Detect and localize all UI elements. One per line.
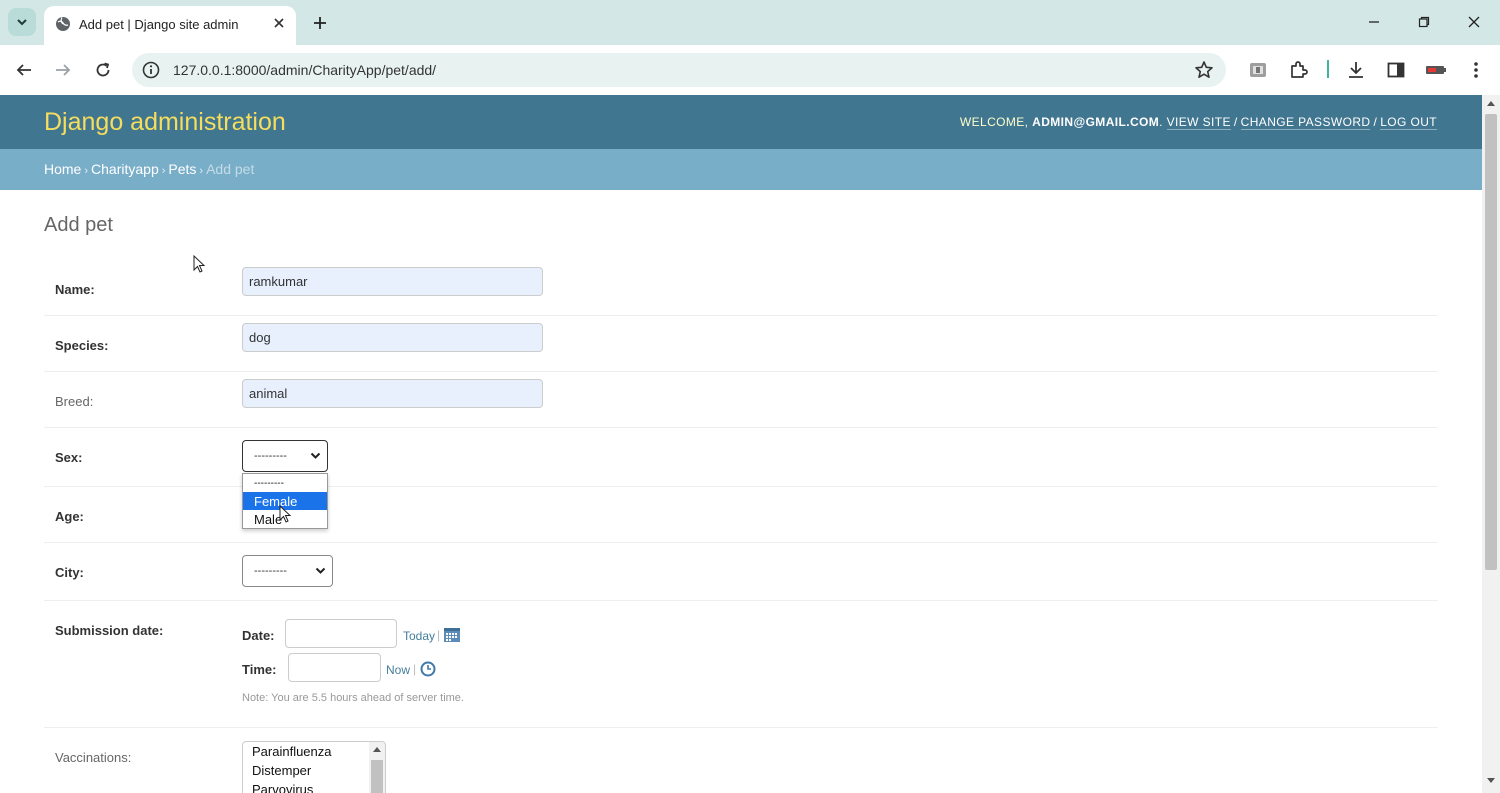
arrow-right-icon: [56, 64, 71, 76]
name-label: Name:: [55, 282, 95, 297]
browser-toolbar: 127.0.0.1:8000/admin/CharityApp/pet/add/: [0, 45, 1500, 95]
user-tools: WELCOME, ADMIN@GMAIL.COM. VIEW SITE / CHAN…: [959, 115, 1437, 130]
site-brand[interactable]: Django administration: [44, 108, 286, 137]
downloads-icon[interactable]: [1344, 58, 1368, 82]
name-input[interactable]: ramkumar: [242, 267, 543, 296]
date-input[interactable]: [285, 619, 397, 648]
breadcrumb: Home › Charityapp › Pets › Add pet: [0, 149, 1482, 190]
page-title: Add pet: [44, 214, 113, 236]
extension-profile-icon[interactable]: [1246, 58, 1270, 82]
form-row-submission-date: Submission date: Date: Today | Time: Now…: [44, 601, 1438, 728]
tab-title: Add pet | Django site admin: [79, 17, 239, 32]
restore-icon: [1418, 16, 1430, 28]
forward-button[interactable]: [50, 57, 76, 83]
toolbar-separator: [1327, 60, 1329, 78]
new-tab-button[interactable]: [308, 11, 332, 35]
globe-icon: [55, 16, 71, 35]
reload-button[interactable]: [90, 57, 116, 83]
vaccinations-label: Vaccinations:: [55, 750, 132, 765]
clock-icon[interactable]: [420, 661, 436, 680]
content: Add pet Name: ramkumar Species: dog Bree…: [0, 190, 1482, 793]
url-text: 127.0.0.1:8000/admin/CharityApp/pet/add/: [173, 62, 437, 78]
vaccination-option[interactable]: Parvovirus: [243, 780, 385, 793]
change-password-link[interactable]: CHANGE PASSWORD: [1240, 115, 1371, 130]
close-icon[interactable]: [270, 14, 288, 32]
form-row-breed: Breed: animal: [44, 372, 1438, 428]
address-bar[interactable]: 127.0.0.1:8000/admin/CharityApp/pet/add/: [132, 53, 1226, 87]
restore-button[interactable]: [1411, 10, 1437, 34]
breadcrumb-current: Add pet: [206, 161, 255, 177]
back-button[interactable]: [11, 57, 37, 83]
scroll-down-arrow[interactable]: [1487, 778, 1495, 783]
bookmark-star-icon[interactable]: [1194, 60, 1214, 83]
minimize-icon: [1369, 21, 1379, 23]
arrow-left-icon: [16, 64, 31, 76]
today-link[interactable]: Today: [403, 629, 435, 643]
browser-tab-strip: Add pet | Django site admin: [0, 0, 1500, 45]
time-input[interactable]: [288, 653, 381, 682]
breed-label: Breed:: [55, 394, 94, 409]
chevron-down-icon: [315, 567, 326, 574]
reload-icon: [96, 62, 110, 77]
form-row-vaccinations: Vaccinations: Parainfluenza Distemper Pa…: [44, 728, 1438, 793]
vaccination-option[interactable]: Parainfluenza: [243, 742, 385, 761]
minimize-button[interactable]: [1361, 10, 1387, 34]
breed-input[interactable]: animal: [242, 379, 543, 408]
welcome-text: WELCOME,: [959, 115, 1029, 129]
breadcrumb-app[interactable]: Charityapp: [91, 161, 159, 177]
page-scrollbar[interactable]: [1482, 95, 1500, 793]
form-row-species: Species: dog: [44, 316, 1438, 372]
view-site-link[interactable]: VIEW SITE: [1166, 115, 1231, 130]
date-label: Date:: [242, 628, 275, 643]
close-window-button[interactable]: [1461, 10, 1487, 34]
species-input[interactable]: dog: [242, 323, 543, 352]
time-separator: |: [413, 662, 417, 676]
vaccinations-multiselect[interactable]: Parainfluenza Distemper Parvovirus: [242, 741, 386, 793]
tab-search-button[interactable]: [8, 8, 36, 36]
scroll-up-arrow[interactable]: [1487, 101, 1495, 106]
timezone-note: Note: You are 5.5 hours ahead of server …: [242, 692, 464, 704]
submission-date-label: Submission date:: [55, 623, 164, 638]
now-link[interactable]: Now: [386, 663, 410, 677]
sex-label: Sex:: [55, 450, 83, 465]
multiselect-scrollbar[interactable]: [369, 742, 385, 793]
close-icon: [1468, 16, 1480, 28]
breadcrumb-model[interactable]: Pets: [168, 161, 196, 177]
chevron-down-icon: [310, 452, 321, 459]
date-separator: |: [437, 628, 441, 642]
chevron-down-icon: [17, 19, 27, 26]
page-viewport: Django administration WELCOME, ADMIN@GMA…: [0, 95, 1482, 793]
city-select-value: ---------: [254, 565, 287, 577]
form-row-name: Name: ramkumar: [44, 260, 1438, 316]
breadcrumb-home[interactable]: Home: [44, 161, 81, 177]
plus-icon: [314, 17, 326, 29]
mouse-pointer-icon: [279, 505, 292, 523]
log-out-link[interactable]: LOG OUT: [1380, 115, 1437, 130]
username: ADMIN@GMAIL.COM: [1032, 115, 1160, 129]
form-row-city: City: ---------: [44, 543, 1438, 601]
mouse-pointer-icon: [193, 255, 206, 273]
extension-battery-icon[interactable]: [1424, 58, 1448, 82]
sex-select-value: ---------: [254, 450, 287, 462]
calendar-icon[interactable]: [443, 626, 461, 646]
admin-header: Django administration WELCOME, ADMIN@GMA…: [0, 95, 1482, 149]
side-panel-icon[interactable]: [1384, 58, 1408, 82]
browser-tab-active[interactable]: Add pet | Django site admin: [44, 6, 296, 45]
vaccination-option[interactable]: Distemper: [243, 761, 385, 780]
age-label: Age:: [55, 509, 84, 524]
sex-option-empty[interactable]: ---------: [243, 474, 327, 492]
city-select[interactable]: ---------: [242, 555, 333, 587]
scroll-thumb[interactable]: [1485, 114, 1497, 570]
species-label: Species:: [55, 338, 109, 353]
time-label: Time:: [242, 662, 277, 677]
site-info-icon[interactable]: [142, 61, 160, 82]
extensions-puzzle-icon[interactable]: [1286, 58, 1310, 82]
city-label: City:: [55, 565, 84, 580]
menu-kebab-icon[interactable]: [1464, 58, 1488, 82]
sex-select[interactable]: ---------: [242, 440, 328, 472]
